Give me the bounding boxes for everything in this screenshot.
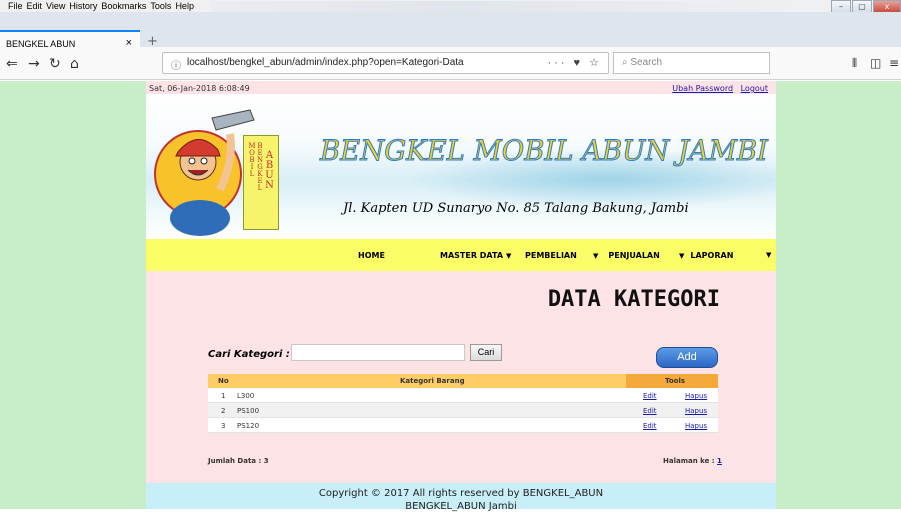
- footer-copyright: Copyright © 2017 All rights reserved by …: [318, 488, 604, 499]
- chevron-down-icon: ▼: [506, 252, 512, 260]
- search-box[interactable]: ⌕ Search: [613, 52, 770, 74]
- row-kategori: PS100: [237, 407, 260, 415]
- navigation-toolbar: ⇐ → ↻ ⌂ ⓘ localhost/bengkel_abun/admin/i…: [0, 47, 901, 80]
- sign-text-left: BENGKEL MOBIL: [248, 142, 264, 191]
- page-title: DATA KATEGORI: [547, 287, 720, 312]
- footer: Copyright © 2017 All rights reserved by …: [146, 483, 776, 512]
- address-bar[interactable]: ⓘ localhost/bengkel_abun/admin/index.php…: [162, 52, 609, 74]
- page-label: Halaman ke :: [663, 457, 715, 465]
- main-navigation: HOME MASTER DATA ▼ PEMBELIAN ▼ PENJUALAN ▼…: [146, 239, 776, 271]
- search-placeholder: Search: [630, 57, 663, 68]
- menu-help[interactable]: Help: [173, 0, 196, 12]
- header-no: No: [218, 377, 229, 385]
- kategori-table: No Kategori Barang Tools 1 L300 Edit Hap…: [208, 374, 718, 433]
- menu-view[interactable]: View: [44, 0, 67, 12]
- cari-button[interactable]: Cari: [470, 344, 502, 361]
- sidebar-icon[interactable]: ◫: [870, 56, 881, 70]
- add-button[interactable]: Add: [656, 347, 718, 368]
- nav-penjualan-label: PENJUALAN: [608, 251, 660, 260]
- site-title: BENGKEL MOBIL ABUN JAMBI: [320, 134, 769, 168]
- hapus-link[interactable]: Hapus: [685, 422, 707, 430]
- table-row: 1 L300 Edit Hapus: [208, 388, 718, 403]
- hapus-link[interactable]: Hapus: [685, 392, 707, 400]
- edit-link[interactable]: Edit: [643, 422, 657, 430]
- edit-link[interactable]: Edit: [643, 407, 657, 415]
- hapus-link[interactable]: Hapus: [685, 407, 707, 415]
- nav-master-data-label: MASTER DATA: [440, 251, 504, 260]
- sign-text-right: ABUN: [264, 150, 275, 190]
- menu-edit[interactable]: Edit: [25, 0, 45, 12]
- site-address: Jl. Kapten UD Sunaryo No. 85 Talang Baku…: [343, 201, 689, 216]
- page-container: Sat, 06-Jan-2018 6:08:49 Ubah Password L…: [146, 81, 776, 512]
- date-bar: Sat, 06-Jan-2018 6:08:49 Ubah Password L…: [146, 81, 776, 94]
- chevron-down-icon: ▼: [593, 252, 599, 260]
- table-row: 3 PS120 Edit Hapus: [208, 418, 718, 433]
- account-links: Ubah Password Logout: [667, 84, 768, 93]
- chevron-down-icon: ▼: [679, 252, 685, 260]
- nav-pembelian[interactable]: PEMBELIAN: [525, 251, 577, 260]
- row-kategori: L300: [237, 392, 255, 400]
- blurred-window-titles: [210, 1, 820, 12]
- nav-laporan-label: LAPORAN: [690, 251, 734, 260]
- logout-link[interactable]: Logout: [741, 84, 768, 93]
- library-icon[interactable]: ⫴: [852, 56, 857, 71]
- url-text[interactable]: localhost/bengkel_abun/admin/index.php?o…: [187, 57, 464, 68]
- current-datetime: Sat, 06-Jan-2018 6:08:49: [149, 84, 250, 93]
- menu-tools[interactable]: Tools: [148, 0, 173, 12]
- table-header: No Kategori Barang Tools: [208, 374, 718, 388]
- row-no: 1: [221, 392, 226, 400]
- site-banner: BENGKEL MOBIL ABUN BENGKEL MOBIL ABUN JA…: [146, 94, 776, 239]
- forward-icon[interactable]: →: [28, 56, 40, 72]
- menu-file[interactable]: File: [6, 0, 25, 12]
- header-tools: Tools: [665, 377, 686, 385]
- page-actions-icon[interactable]: ··· ♥ ☆: [548, 56, 603, 69]
- chevron-down-icon[interactable]: ▼: [766, 251, 771, 259]
- tab-strip: BENGKEL ABUN × +: [0, 12, 901, 59]
- nav-home[interactable]: HOME: [358, 251, 385, 260]
- row-no: 2: [221, 407, 226, 415]
- header-tools-cell: Tools: [626, 374, 718, 388]
- header-kategori: Kategori Barang: [400, 377, 465, 385]
- kategori-search-input[interactable]: [291, 344, 465, 361]
- row-no: 3: [221, 422, 226, 430]
- page-link-1[interactable]: 1: [717, 457, 722, 465]
- nav-master-data[interactable]: MASTER DATA ▼: [440, 251, 511, 260]
- nav-laporan[interactable]: ▼ LAPORAN: [679, 251, 733, 260]
- shop-sign: BENGKEL MOBIL ABUN: [243, 135, 279, 230]
- info-icon[interactable]: ⓘ: [171, 57, 181, 72]
- footer-location: BENGKEL_ABUN Jambi: [405, 501, 517, 512]
- nav-penjualan[interactable]: ▼ PENJUALAN: [593, 251, 660, 260]
- edit-link[interactable]: Edit: [643, 392, 657, 400]
- menu-history[interactable]: History: [67, 0, 99, 12]
- menu-bookmarks[interactable]: Bookmarks: [99, 0, 148, 12]
- page-viewport: Sat, 06-Jan-2018 6:08:49 Ubah Password L…: [0, 81, 901, 512]
- home-icon[interactable]: ⌂: [70, 56, 79, 72]
- reload-icon[interactable]: ↻: [49, 56, 61, 72]
- total-count: Jumlah Data : 3: [208, 457, 269, 465]
- row-kategori: PS120: [237, 422, 260, 430]
- table-row: 2 PS100 Edit Hapus: [208, 403, 718, 418]
- menu-icon[interactable]: ≡: [889, 56, 899, 70]
- change-password-link[interactable]: Ubah Password: [672, 84, 733, 93]
- search-label: Cari Kategori :: [208, 349, 290, 360]
- back-icon[interactable]: ⇐: [6, 56, 18, 72]
- pagination: Halaman ke : 1: [663, 457, 722, 465]
